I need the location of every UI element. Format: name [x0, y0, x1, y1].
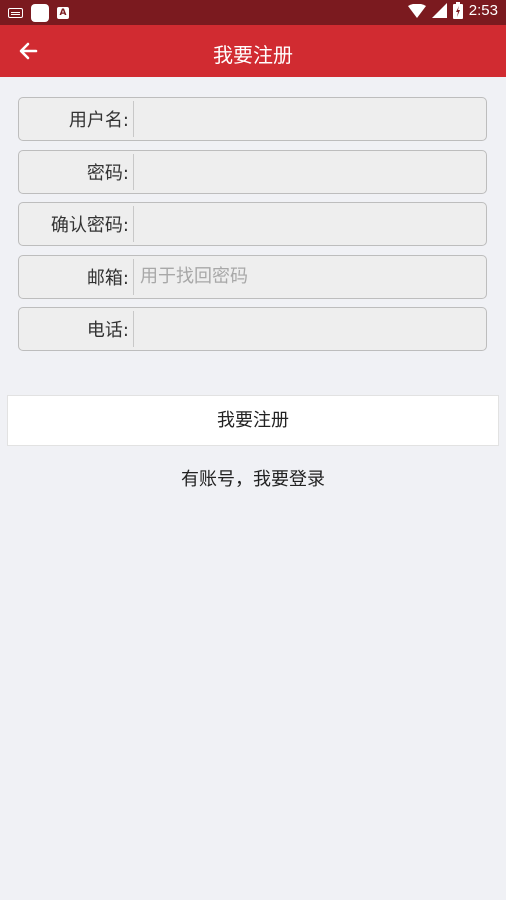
- login-link[interactable]: 有账号，我要登录: [0, 465, 506, 491]
- email-label: 邮箱:: [86, 267, 129, 289]
- phone-input[interactable]: [134, 307, 486, 351]
- confirm-password-row: 确认密码:: [18, 202, 487, 246]
- register-button[interactable]: 我要注册: [7, 395, 499, 446]
- battery-icon: [452, 2, 463, 19]
- username-input[interactable]: [134, 97, 486, 141]
- username-label: 用户名:: [68, 110, 129, 131]
- system-icons: 2:53: [407, 2, 498, 19]
- signal-icon: [431, 3, 447, 18]
- password-input[interactable]: [134, 149, 486, 194]
- app-bar: 我要注册: [0, 25, 506, 77]
- password-label: 密码:: [86, 162, 129, 184]
- confirm-password-input[interactable]: [134, 202, 486, 246]
- status-bar: A 2:53: [0, 0, 506, 25]
- wifi-icon: [407, 3, 426, 18]
- email-input[interactable]: [134, 254, 486, 299]
- text-notification-icon: A: [57, 7, 69, 19]
- confirm-password-label: 确认密码:: [50, 215, 129, 236]
- notification-icons: A: [8, 4, 69, 22]
- registration-form: 用户名: 密码: 确认密码: 邮箱: 电话:: [18, 97, 487, 360]
- phone-row: 电话:: [18, 307, 487, 351]
- clock: 2:53: [468, 2, 498, 19]
- password-row: 密码:: [18, 149, 487, 194]
- page-title: 我要注册: [213, 43, 293, 67]
- username-row: 用户名:: [18, 97, 487, 141]
- phone-label: 电话:: [86, 320, 129, 341]
- email-row: 邮箱:: [18, 254, 487, 299]
- keyboard-icon: [8, 8, 23, 18]
- app-notification-icon: [31, 4, 49, 22]
